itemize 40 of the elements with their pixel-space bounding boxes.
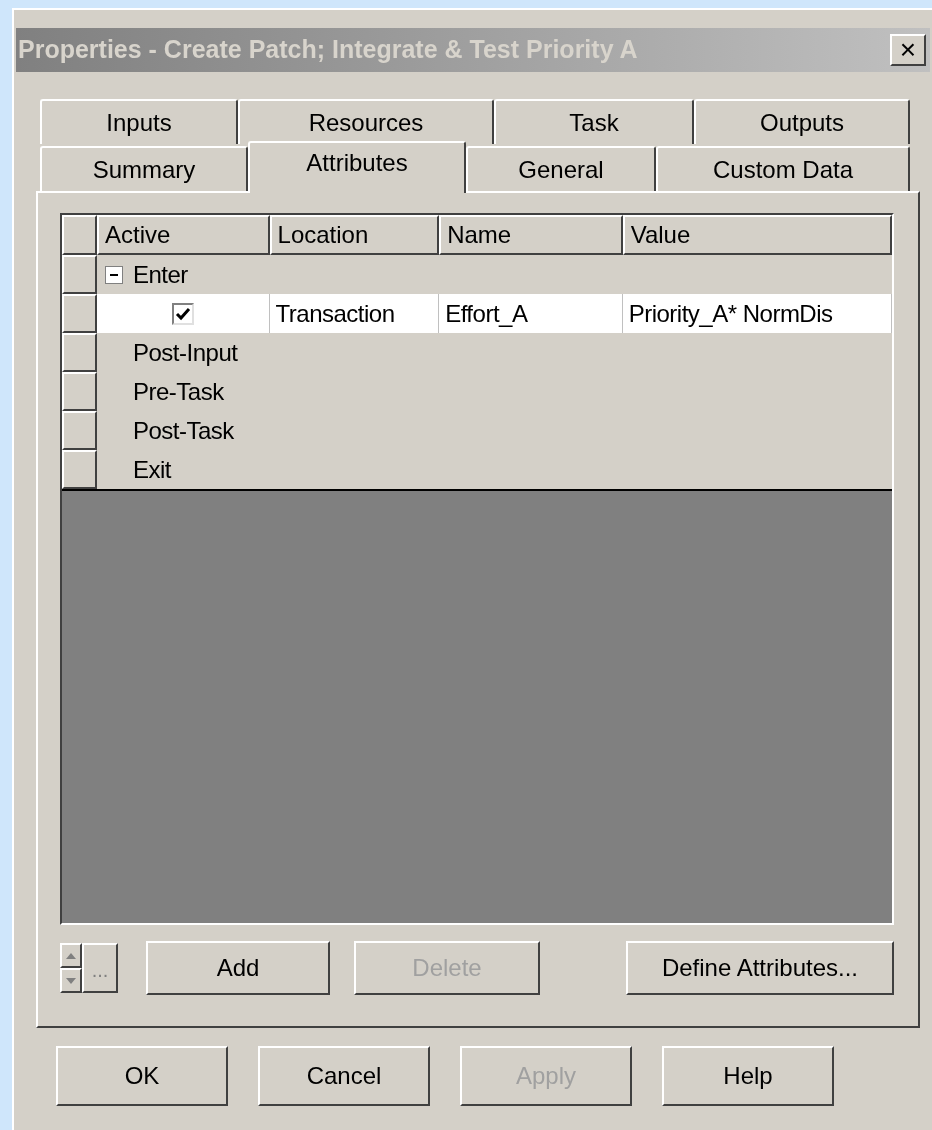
event-label: Pre-Task: [133, 376, 224, 407]
column-header[interactable]: Name: [439, 215, 623, 255]
row-header[interactable]: [62, 215, 97, 255]
dialog-button[interactable]: Cancel: [258, 1046, 430, 1106]
collapse-icon[interactable]: [105, 265, 123, 284]
tab[interactable]: General: [466, 146, 656, 191]
row-header[interactable]: [62, 294, 97, 333]
tab[interactable]: Resources: [238, 99, 494, 144]
column-header[interactable]: Active: [97, 215, 270, 255]
dialog-button[interactable]: OK: [56, 1046, 228, 1106]
table-cell: Priority_A* NormDis: [622, 294, 892, 333]
checkbox[interactable]: [171, 302, 194, 325]
dialog-button[interactable]: Help: [662, 1046, 834, 1106]
action-button[interactable]: Define Attributes...: [626, 941, 894, 995]
spin-down-button[interactable]: [60, 968, 82, 993]
up-arrow-icon: [66, 952, 76, 959]
row-header[interactable]: [62, 372, 97, 411]
close-button[interactable]: ×: [890, 34, 926, 66]
table-cell: Transaction: [269, 294, 440, 333]
event-label: Exit: [133, 454, 171, 485]
tab[interactable]: Attributes: [248, 141, 466, 193]
down-arrow-icon: [66, 977, 76, 984]
tab[interactable]: Summary: [40, 146, 248, 191]
tab[interactable]: Task: [494, 99, 694, 144]
row-header[interactable]: [62, 333, 97, 372]
column-header[interactable]: Value: [622, 215, 892, 255]
tab[interactable]: Outputs: [694, 99, 910, 144]
tab[interactable]: Inputs: [40, 99, 238, 144]
tab[interactable]: Custom Data: [656, 146, 910, 191]
table-cell: Effort_A: [439, 294, 623, 333]
column-header[interactable]: Location: [269, 215, 440, 255]
event-label: Post-Task: [133, 415, 234, 446]
row-header[interactable]: [62, 255, 97, 294]
row-header[interactable]: [62, 450, 97, 489]
action-button[interactable]: Add: [146, 941, 330, 995]
event-label: Enter: [133, 259, 188, 290]
event-label: Post-Input: [133, 337, 238, 368]
spin-up-button[interactable]: [60, 943, 82, 968]
row-header[interactable]: [62, 411, 97, 450]
attribute-row[interactable]: Transaction Effort_A Priority_A* NormDis: [62, 294, 892, 333]
